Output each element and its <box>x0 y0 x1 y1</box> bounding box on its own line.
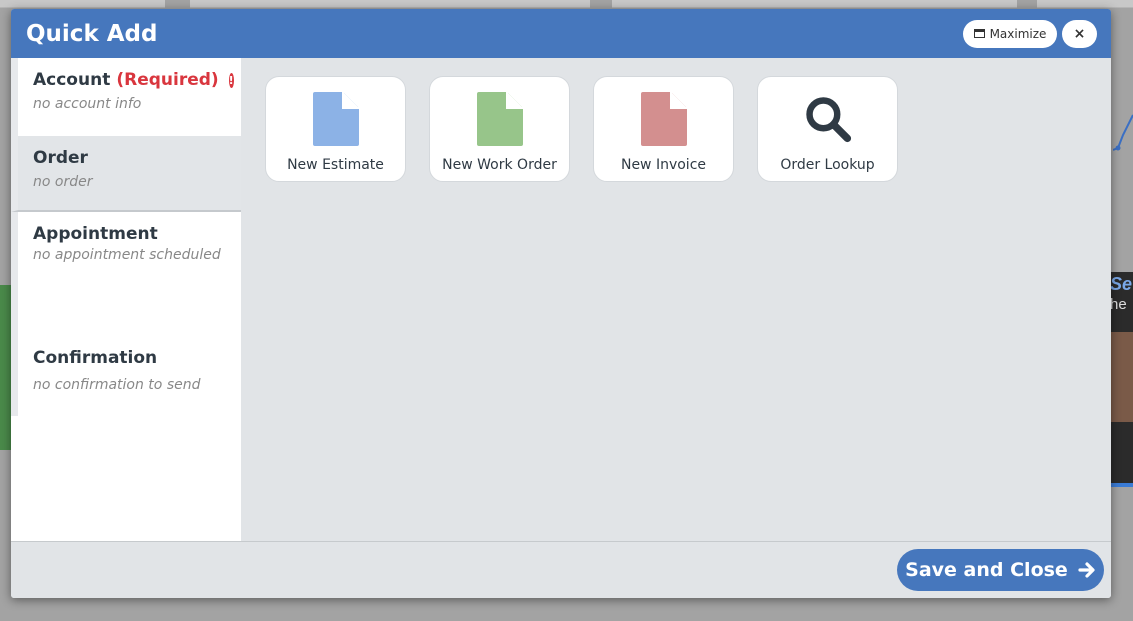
sidebar-item-status: no account info <box>33 96 142 112</box>
new-estimate-button[interactable]: New Estimate <box>265 76 406 182</box>
close-icon: × <box>1073 25 1086 42</box>
save-and-close-button[interactable]: Save and Close <box>897 549 1104 591</box>
sidebar-item-label: Confirmation <box>33 348 158 368</box>
background-panel <box>190 0 590 8</box>
sidebar-item-label: Account <box>33 70 111 90</box>
sidebar-item-status: no appointment scheduled <box>33 247 221 263</box>
background-video-thumbnail: Se he <box>1110 272 1133 487</box>
modal-title: Quick Add <box>26 20 158 47</box>
arrow-right-icon <box>1078 562 1095 578</box>
maximize-button[interactable]: Maximize <box>963 19 1057 48</box>
tile-label: New Work Order <box>442 157 557 173</box>
order-lookup-button[interactable]: Order Lookup <box>757 76 898 182</box>
search-icon <box>804 91 852 147</box>
required-label: (Required) <box>116 70 219 90</box>
document-icon <box>476 91 524 147</box>
modal-footer: Save and Close <box>11 541 1111 598</box>
quick-add-modal: Quick Add Maximize × Account (Required) … <box>11 9 1111 598</box>
window-maximize-icon <box>973 29 985 38</box>
save-and-close-label: Save and Close <box>905 559 1068 581</box>
quick-add-tiles: New Estimate New Work Order New Invoice … <box>241 58 1111 541</box>
sidebar-item-appointment[interactable]: Appointment no appointment scheduled <box>11 212 241 346</box>
sidebar-item-title: Account (Required) ! <box>33 70 234 90</box>
sidebar-item-label: Order <box>33 148 88 168</box>
step-sidebar: Account (Required) ! no account info Ord… <box>11 58 241 541</box>
sidebar-item-account[interactable]: Account (Required) ! no account info <box>11 58 241 136</box>
modal-header: Quick Add Maximize × <box>11 9 1111 58</box>
tile-label: New Invoice <box>620 157 707 173</box>
tile-label: Order Lookup <box>780 157 875 173</box>
background-video-text: he <box>1110 296 1127 313</box>
maximize-label: Maximize <box>989 26 1047 41</box>
exclamation-circle-icon: ! <box>228 72 234 88</box>
sidebar-item-label: Appointment <box>33 224 158 244</box>
new-work-order-button[interactable]: New Work Order <box>429 76 570 182</box>
sidebar-item-status: no confirmation to send <box>33 377 201 393</box>
sidebar-item-confirmation[interactable]: Confirmation no confirmation to send <box>11 346 241 416</box>
sidebar-item-order[interactable]: Order no order <box>11 136 241 212</box>
modal-body: Account (Required) ! no account info Ord… <box>11 58 1111 541</box>
background-panel <box>612 0 1017 8</box>
sidebar-item-status: no order <box>33 174 93 190</box>
new-invoice-button[interactable]: New Invoice <box>593 76 734 182</box>
background-panel <box>1037 0 1133 8</box>
document-icon <box>640 91 688 147</box>
close-button[interactable]: × <box>1062 19 1097 48</box>
tile-label: New Estimate <box>287 157 384 173</box>
background-chart-line <box>1113 114 1133 151</box>
background-video-text: Se <box>1110 274 1133 294</box>
background-panel <box>0 0 165 8</box>
background-video-person <box>1110 332 1133 422</box>
document-icon <box>312 91 360 147</box>
